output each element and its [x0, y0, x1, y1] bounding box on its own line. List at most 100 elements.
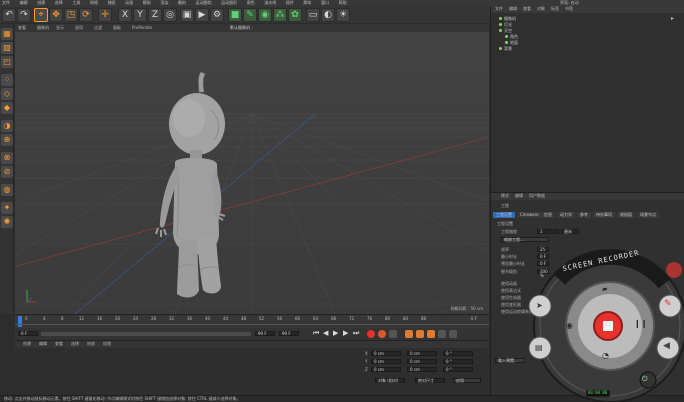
snapshot-icon[interactable]: ◉	[566, 322, 573, 330]
viewport-menu-item[interactable]: 摄像机	[37, 26, 49, 30]
rot-b-field[interactable]: 0 °	[443, 367, 473, 372]
viewport-menu-item[interactable]: 面板	[113, 26, 121, 30]
coord-mode-dropdown[interactable]: 对象 (相对)	[375, 378, 405, 383]
power-icon[interactable]: ⏻	[642, 376, 648, 383]
character-model[interactable]	[155, 71, 226, 298]
rot-p-field[interactable]: 0 °	[443, 359, 473, 364]
tab-todo[interactable]: 待办事项	[593, 212, 615, 218]
tab-reference[interactable]: 参考	[577, 212, 591, 218]
visibility-dot[interactable]	[505, 41, 508, 44]
mode-button[interactable]: ✦	[1, 202, 13, 214]
live-select-button[interactable]: ⌖	[34, 8, 48, 22]
3d-viewport[interactable]: 网格间距 : 50 cm	[15, 32, 489, 314]
visibility-dot[interactable]	[505, 35, 508, 38]
render-view-button[interactable]: ▣	[180, 8, 194, 22]
material-menu-item[interactable]: 编辑	[39, 342, 47, 346]
mode-button[interactable]: ⊘	[1, 166, 13, 178]
viewport-menu-item[interactable]: 显示	[56, 26, 64, 30]
light-button[interactable]: ☀	[336, 8, 350, 22]
param-key-icon[interactable]	[438, 330, 446, 338]
pla-key-icon[interactable]	[449, 330, 457, 338]
object-menu-item[interactable]: 查看	[523, 7, 531, 11]
pause-icon[interactable]: ❙❙	[634, 320, 647, 328]
viewport-menu-item[interactable]: 过滤	[94, 26, 102, 30]
viewport-menu-item[interactable]: ProRender	[132, 26, 153, 30]
tab-info[interactable]: 信息	[541, 212, 555, 218]
size-z-field[interactable]: 0 cm	[407, 367, 437, 372]
viewport-menu-item[interactable]: 查看	[18, 26, 26, 30]
project-scale-field[interactable]: 1	[537, 229, 559, 234]
attribute-menu-item[interactable]: 模式	[501, 194, 509, 198]
material-menu-item[interactable]: 纹理	[103, 342, 111, 346]
subdivision-button[interactable]: ◉	[258, 8, 272, 22]
autokey-icon[interactable]	[378, 330, 386, 338]
redo-button[interactable]: ↷	[17, 8, 31, 22]
keyframe-selection-icon[interactable]	[389, 330, 397, 338]
prev-frame-icon[interactable]: ◀	[323, 330, 328, 337]
viewport-menu-item[interactable]: 选项	[75, 26, 83, 30]
size-y-field[interactable]: 0 cm	[407, 359, 437, 364]
tab-dynamics[interactable]: 动力学	[557, 212, 575, 218]
mode-button[interactable]: ▦	[1, 28, 13, 40]
mode-button[interactable]: ⊕	[1, 134, 13, 146]
panel-scroll-handle[interactable]: ▸	[671, 16, 674, 22]
coord-system-button[interactable]: ◎	[163, 8, 177, 22]
tab-interpolation[interactable]: 帧插值	[617, 212, 635, 218]
move-button[interactable]: ✥	[49, 8, 63, 22]
mode-button[interactable]: ✺	[1, 216, 13, 228]
scale-key-icon[interactable]	[416, 330, 424, 338]
camera-button[interactable]: ▭	[306, 8, 320, 22]
screen-recorder-widget[interactable]: SCREEN RECORDER ➤ ▤ ✎ ◀ ▰ ❙❙ ◉ ◔ ⏻ 00:00…	[528, 240, 684, 402]
render-picture-button[interactable]: ▶	[195, 8, 209, 22]
mode-button[interactable]: ◆	[1, 102, 13, 114]
y-axis-button[interactable]: Y	[133, 8, 147, 22]
pen-icon[interactable]: ✎	[664, 300, 672, 309]
go-end-icon[interactable]: ⏭	[353, 330, 359, 337]
end-frame-field[interactable]: 90 F	[255, 331, 275, 336]
speaker-icon[interactable]: ◀	[663, 342, 670, 351]
timeline-ruler[interactable]: 0 4 8 12 16 20 24 28 32 36 40 44 48 52 5…	[15, 314, 489, 328]
start-frame-field[interactable]: 0 F	[18, 331, 38, 336]
load-preset-button[interactable]: 载入预置...	[495, 358, 525, 363]
go-start-icon[interactable]: ⏮	[313, 330, 319, 337]
frame-range-slider[interactable]	[41, 332, 251, 336]
material-menu-item[interactable]: 选择	[71, 342, 79, 346]
next-frame-icon[interactable]: ▶	[343, 330, 348, 337]
mode-button[interactable]: ▧	[1, 42, 13, 54]
pos-x-field[interactable]: 0 cm	[371, 351, 401, 356]
deformer-button[interactable]: ✿	[288, 8, 302, 22]
render-settings-button[interactable]: ⚙	[210, 8, 224, 22]
mode-button[interactable]: ⊗	[1, 152, 13, 164]
x-axis-button[interactable]: X	[118, 8, 132, 22]
play-icon[interactable]: ▶	[333, 330, 338, 337]
spline-button[interactable]: ✎	[243, 8, 257, 22]
mode-button[interactable]: ⁘	[1, 74, 13, 86]
size-mode-dropdown[interactable]: 绝对尺寸	[415, 378, 445, 383]
folder-icon[interactable]: ▰	[602, 286, 607, 293]
tab-scene-nodes[interactable]: 场景节点	[637, 212, 659, 218]
timer-icon[interactable]: ◔	[602, 352, 609, 360]
object-menu-item[interactable]: 编辑	[509, 7, 517, 11]
object-menu-item[interactable]: 文件	[495, 7, 503, 11]
rot-key-icon[interactable]	[427, 330, 435, 338]
apply-button[interactable]: 应用	[453, 378, 481, 383]
visibility-dot[interactable]	[499, 17, 502, 20]
layout-label[interactable]: 界面: 启动	[560, 1, 579, 5]
object-menu-item[interactable]: 书签	[565, 7, 573, 11]
mode-button[interactable]: ◍	[1, 184, 13, 196]
cursor-icon[interactable]: ➤	[536, 302, 543, 310]
project-scale-unit[interactable]: 厘米	[561, 229, 579, 234]
object-row[interactable]: 背景	[499, 46, 512, 52]
pos-y-field[interactable]: 0 cm	[371, 359, 401, 364]
scale-button[interactable]: ◳	[64, 8, 78, 22]
size-x-field[interactable]: 0 cm	[407, 351, 437, 356]
material-menu-item[interactable]: 材质	[87, 342, 95, 346]
pos-key-icon[interactable]	[405, 330, 413, 338]
attribute-menu-item[interactable]: 编辑	[515, 194, 523, 198]
material-menu-item[interactable]: 创建	[23, 342, 31, 346]
rot-h-field[interactable]: 0 °	[443, 351, 473, 356]
playhead[interactable]	[18, 316, 22, 327]
tab-project-settings[interactable]: 工程设置	[493, 212, 515, 218]
rotate-button[interactable]: ⟳	[79, 8, 93, 22]
pos-z-field[interactable]: 0 cm	[371, 367, 401, 372]
